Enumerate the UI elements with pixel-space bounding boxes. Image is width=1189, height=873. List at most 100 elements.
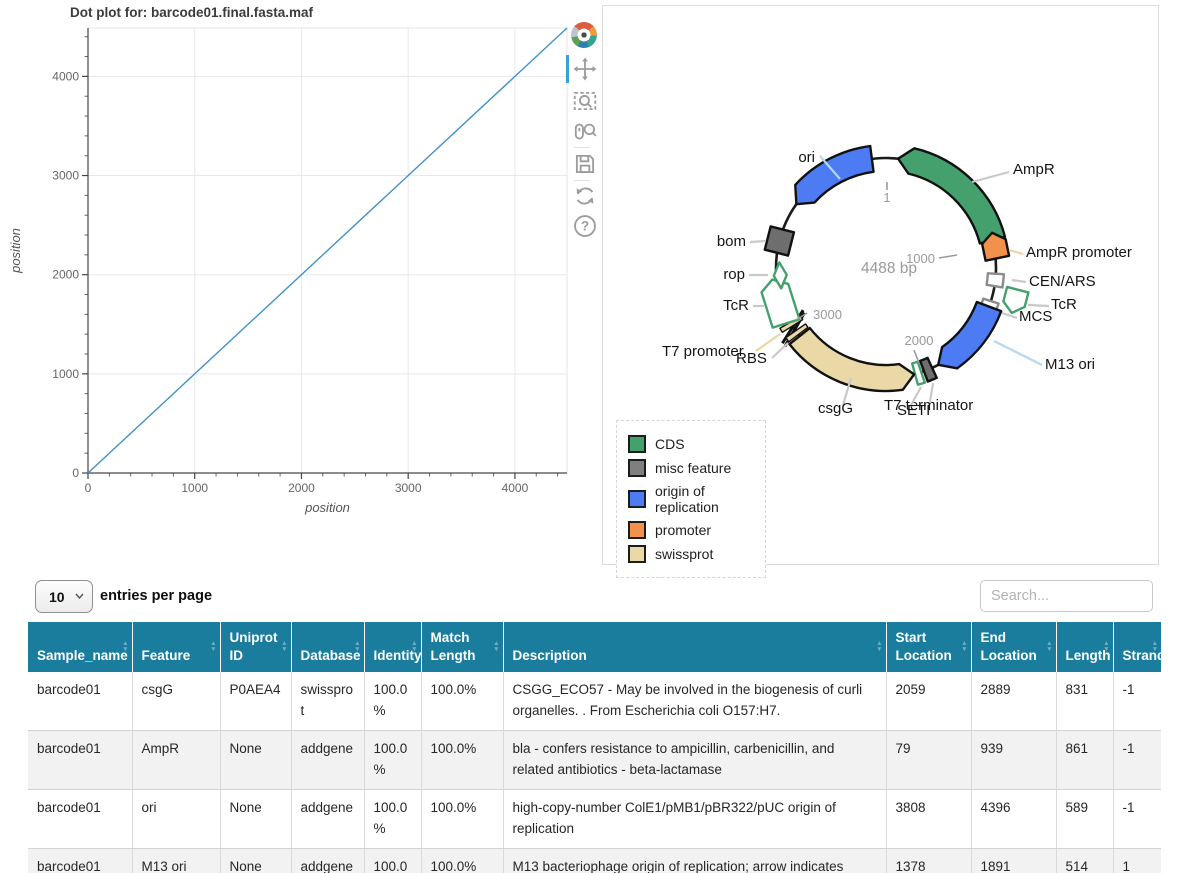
results-table: Sample_name ▲ ▼ Feature ▲ ▼ Uniprot ID ▲ ▼ Databa… <box>28 622 1165 873</box>
legend-item: CDS <box>628 435 754 453</box>
legend-swatch <box>628 459 646 477</box>
plasmid-feature-bom[interactable] <box>763 225 796 257</box>
cell-description: high-copy-number ColE1/pMB1/pBR322/pUC o… <box>503 789 887 849</box>
table-row: barcode01 AmpR None addgene 100.0% 100.0% bla … <box>28 730 1161 791</box>
legend-item: misc feature <box>628 459 754 477</box>
column-header-feature[interactable]: Feature ▲ ▼ <box>132 622 221 673</box>
bp-tick <box>938 254 958 259</box>
legend-swatch <box>628 545 646 563</box>
toolbar-separator <box>574 180 590 181</box>
cell-end-location: 1891 <box>971 848 1057 873</box>
legend-label: swissprot <box>655 546 714 562</box>
cell-length: 589 <box>1056 789 1114 849</box>
cell-identity: 100.0% <box>364 730 422 791</box>
results-table-container: Sample_name ▲ ▼ Feature ▲ ▼ Uniprot ID ▲ ▼ Databa… <box>28 622 1165 873</box>
reset-tool-button[interactable] <box>572 183 598 209</box>
wheel-zoom-tool-button[interactable] <box>572 118 598 144</box>
plasmid-size-label: 4488 bp <box>861 260 917 277</box>
toolbar-separator <box>574 147 590 148</box>
cell-length: 514 <box>1056 848 1114 873</box>
column-header-end-location[interactable]: End Location ▲ ▼ <box>971 622 1057 673</box>
cell-database: addgene <box>291 730 365 791</box>
plasmid-label-rop: rop <box>723 266 745 283</box>
plasmid-label-tcr_right: TcR <box>1051 296 1077 313</box>
column-header-start-location[interactable]: Start Location ▲ ▼ <box>886 622 972 673</box>
cell-match-length: 100.0% <box>421 789 504 849</box>
svg-text:?: ? <box>581 219 589 234</box>
cell-database: swissprot <box>291 672 365 732</box>
legend-label: misc feature <box>655 460 732 476</box>
column-header-length[interactable]: Length ▲ ▼ <box>1056 622 1114 673</box>
save-tool-button[interactable] <box>572 151 598 177</box>
sort-arrows-icon: ▲ ▼ <box>122 640 129 654</box>
sort-arrows-icon: ▲ ▼ <box>411 640 418 654</box>
dot-plot-title: Dot plot for: barcode01.final.fasta.maf <box>70 5 314 20</box>
y-tick-label: 0 <box>72 466 79 480</box>
dot-plot[interactable]: 0 1000 2000 3000 4000 0 1000 2000 3000 4000 Dot pl… <box>0 0 605 525</box>
map-legend: CDS misc feature origin of replication prom… <box>616 420 766 578</box>
legend-swatch <box>628 490 646 508</box>
label-leader-line <box>755 333 781 352</box>
plasmid-label-bom: bom <box>717 233 746 250</box>
bokeh-toolbar: ? <box>566 20 602 252</box>
plasmid-feature-m13_ori[interactable] <box>936 300 1003 370</box>
plasmid-label-mcs: MCS <box>1019 308 1052 325</box>
cell-feature: csgG <box>132 672 221 732</box>
plasmid-feature-ampr[interactable] <box>896 147 1007 245</box>
legend-label: CDS <box>655 436 685 452</box>
cell-match-length: 100.0% <box>421 672 504 732</box>
dot-plot-canvas[interactable]: 0 1000 2000 3000 4000 0 1000 2000 3000 4000 Dot pl… <box>0 0 605 525</box>
legend-item: origin of replication <box>628 483 754 515</box>
box-zoom-tool-button[interactable] <box>572 88 598 114</box>
legend-label: promoter <box>655 522 712 538</box>
active-tool-indicator <box>566 55 569 83</box>
cell-sample-name: barcode01 <box>28 848 133 873</box>
column-header-strand[interactable]: Strand ▲ ▼ <box>1113 622 1165 673</box>
column-header-description[interactable]: Description ▲ ▼ <box>503 622 887 673</box>
cell-feature: ori <box>132 789 221 849</box>
plasmid-label-ampr_promoter: AmpR promoter <box>1026 244 1132 261</box>
plasmid-label-m13_ori: M13 ori <box>1045 356 1095 373</box>
search-input[interactable] <box>980 580 1153 612</box>
plasmid-label-t7_promoter: T7 promoter <box>662 343 744 360</box>
plasmid-label-cen_ars: CEN/ARS <box>1029 273 1096 290</box>
entries-per-page-select[interactable]: 10 <box>35 580 93 613</box>
label-leader-line <box>1027 303 1050 308</box>
legend-item: swissprot <box>628 545 754 563</box>
legend-swatch <box>628 521 646 539</box>
plasmid-label-seti: SETI <box>897 402 930 419</box>
y-tick-label: 1000 <box>52 367 79 381</box>
table-row: barcode01 csgG P0AEA4 swissprot 100.0% 100.0%… <box>28 672 1161 732</box>
cell-strand: -1 <box>1113 672 1161 732</box>
plasmid-feature-csgg[interactable] <box>788 326 916 393</box>
bp-tick-label: 1 <box>883 190 890 205</box>
cell-match-length: 100.0% <box>421 730 504 791</box>
bokeh-logo-icon[interactable] <box>571 22 597 48</box>
cell-end-location: 2889 <box>971 672 1057 732</box>
column-header-uniprot-id[interactable]: Uniprot ID ▲ ▼ <box>220 622 292 673</box>
cell-description: CSGG_ECO57 - May be involved in the biog… <box>503 672 887 732</box>
y-axis-label: position <box>8 228 23 274</box>
plasmid-feature-cen_ars[interactable] <box>985 272 1006 289</box>
cell-strand: 1 <box>1113 848 1161 873</box>
x-axis-label: position <box>304 500 350 515</box>
cell-start-location: 2059 <box>886 672 972 732</box>
column-header-identity[interactable]: Identity ▲ ▼ <box>364 622 422 673</box>
help-tool-button[interactable]: ? <box>572 213 598 239</box>
column-header-sample-name[interactable]: Sample_name ▲ ▼ <box>28 622 133 673</box>
column-header-database[interactable]: Database ▲ ▼ <box>291 622 365 673</box>
cell-start-location: 1378 <box>886 848 972 873</box>
pan-tool-button[interactable] <box>572 56 598 82</box>
x-tick-label: 1000 <box>181 481 208 495</box>
plasmid-label-ori: ori <box>798 149 815 166</box>
y-tick-label: 2000 <box>52 268 79 282</box>
cell-uniprot-id: None <box>220 848 292 873</box>
entries-per-page-wrap: 10 <box>35 580 93 613</box>
label-leader-line <box>749 239 767 244</box>
cell-strand: -1 <box>1113 730 1161 791</box>
x-tick-label: 2000 <box>288 481 315 495</box>
cell-uniprot-id: P0AEA4 <box>220 672 292 732</box>
legend-swatch <box>628 435 646 453</box>
column-header-match-length[interactable]: Match Length ▲ ▼ <box>421 622 504 673</box>
x-tick-label: 4000 <box>502 481 529 495</box>
